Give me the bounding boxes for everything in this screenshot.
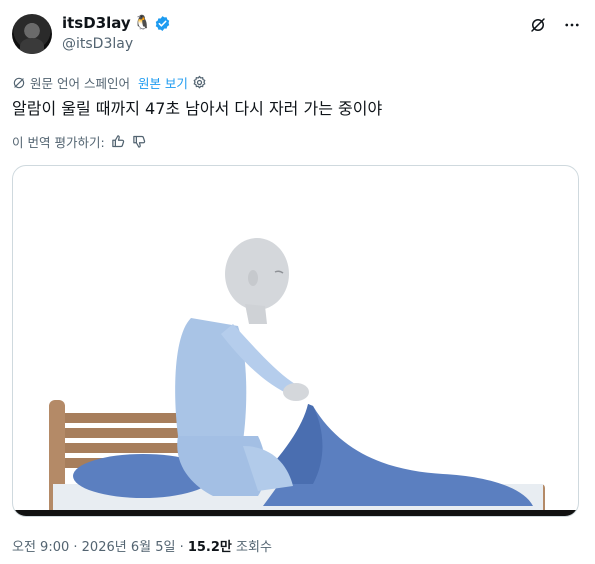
rate-translation: 이 번역 평가하기: bbox=[12, 132, 147, 151]
views-count: 15.2만 bbox=[187, 540, 232, 555]
author-name-row[interactable]: itsD3lay 🐧 bbox=[62, 14, 171, 32]
rate-translation-label: 이 번역 평가하기: bbox=[12, 135, 105, 150]
author-display-name[interactable]: itsD3lay bbox=[62, 14, 131, 32]
grok-icon[interactable] bbox=[527, 14, 549, 36]
header-actions bbox=[527, 14, 583, 36]
translate-icon bbox=[12, 76, 26, 90]
tweet-text: 알람이 울릴 때까지 47초 남아서 다시 자러 가는 중이야 bbox=[12, 99, 383, 118]
more-options-icon[interactable] bbox=[561, 14, 583, 36]
media-illustration bbox=[13, 238, 578, 516]
avatar[interactable] bbox=[12, 14, 52, 54]
thumbs-down-icon[interactable] bbox=[132, 134, 147, 149]
tweet-date[interactable]: 2026년 6월 5일 bbox=[82, 540, 176, 555]
penguin-emoji: 🐧 bbox=[133, 15, 152, 31]
translation-notice: 원문 언어 스페인어 원본 보기 bbox=[12, 73, 207, 92]
settings-icon[interactable] bbox=[192, 75, 207, 90]
tweet-time[interactable]: 오전 9:00 bbox=[12, 540, 69, 555]
video-progress-bar[interactable] bbox=[13, 510, 578, 516]
views-label: 조회수 bbox=[236, 540, 272, 555]
author-handle[interactable]: @itsD3lay bbox=[62, 36, 133, 52]
tweet-meta: 오전 9:00 · 2026년 6월 5일 · 15.2만 조회수 bbox=[12, 540, 272, 555]
translation-notice-text: 원문 언어 스페인어 bbox=[30, 76, 130, 91]
show-original-link[interactable]: 원본 보기 bbox=[138, 73, 188, 92]
verified-badge-icon bbox=[154, 15, 171, 32]
tweet-media[interactable] bbox=[12, 165, 579, 517]
thumbs-up-icon[interactable] bbox=[111, 134, 126, 149]
